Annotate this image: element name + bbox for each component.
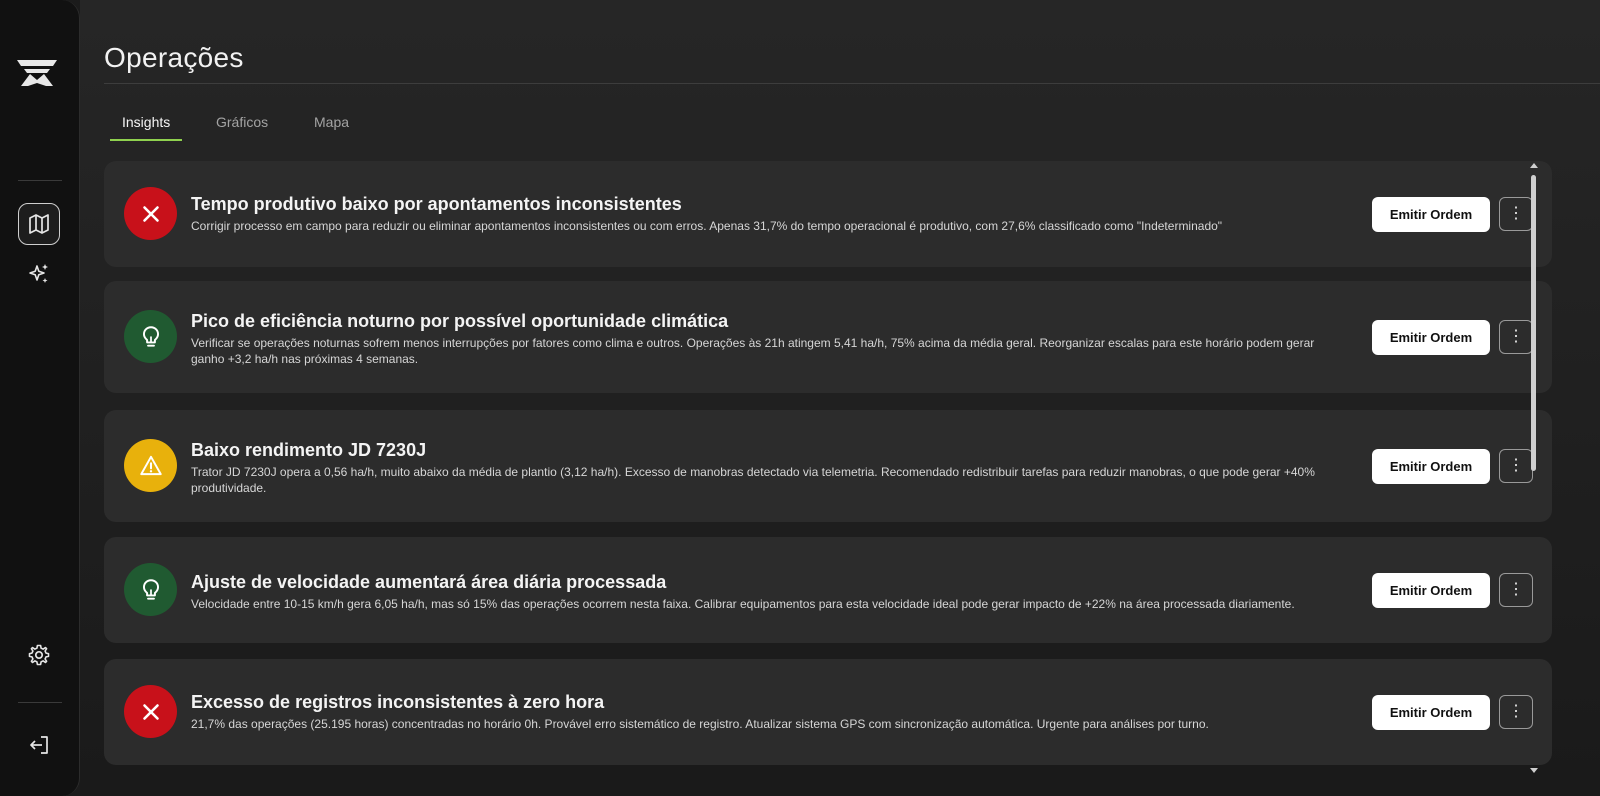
insight-description: Corrigir processo em campo para reduzir …	[191, 219, 1223, 233]
insight-title: Pico de eficiência noturno por possível …	[191, 311, 729, 331]
sparkles-icon	[29, 264, 48, 283]
more-options-button[interactable]: ⋮	[1499, 320, 1533, 354]
title-divider	[104, 83, 1600, 84]
insight-card: Tempo produtivo baixo por apontamentos i…	[104, 161, 1552, 267]
insight-title: Ajuste de velocidade aumentará área diár…	[191, 572, 667, 592]
more-vertical-icon: ⋮	[1508, 581, 1524, 598]
map-icon	[29, 214, 49, 234]
warning-icon	[139, 455, 162, 475]
status-badge	[124, 439, 177, 492]
scroll-down-icon[interactable]	[1530, 768, 1538, 773]
lightbulb-icon	[142, 325, 159, 347]
tab-mapa[interactable]: Mapa	[302, 110, 361, 141]
more-vertical-icon: ⋮	[1508, 205, 1524, 222]
logout-button[interactable]	[18, 724, 60, 766]
more-vertical-icon: ⋮	[1508, 457, 1524, 474]
tab-graficos[interactable]: Gráficos	[204, 110, 280, 141]
insight-description: Velocidade entre 10-15 km/h gera 6,05 ha…	[191, 597, 1295, 611]
logout-icon	[30, 736, 48, 754]
emit-order-button[interactable]: Emitir Ordem	[1372, 197, 1490, 232]
status-badge	[124, 310, 177, 363]
more-vertical-icon: ⋮	[1508, 703, 1524, 720]
more-options-button[interactable]: ⋮	[1499, 573, 1533, 607]
insight-description: Trator JD 7230J opera a 0,56 ha/h, muito…	[191, 465, 1315, 495]
sidebar-divider	[18, 702, 62, 703]
close-icon	[142, 703, 159, 720]
more-options-button[interactable]: ⋮	[1499, 695, 1533, 729]
insight-description: Verificar se operações noturnas sofrem m…	[191, 336, 1315, 366]
insight-title: Tempo produtivo baixo por apontamentos i…	[191, 194, 682, 214]
more-options-button[interactable]: ⋮	[1499, 197, 1533, 231]
main-content: Operações Insights Gráficos Mapa Tempo p…	[80, 0, 1600, 796]
insight-card: Baixo rendimento JD 7230J Trator JD 7230…	[104, 410, 1552, 522]
status-badge	[124, 187, 177, 240]
sidebar-item-insights[interactable]	[18, 253, 60, 295]
settings-button[interactable]	[18, 634, 60, 676]
sidebar-item-map[interactable]	[18, 203, 60, 245]
sidebar	[0, 0, 80, 796]
close-icon	[142, 205, 159, 222]
status-badge	[124, 685, 177, 738]
status-badge	[124, 563, 177, 616]
emit-order-button[interactable]: Emitir Ordem	[1372, 320, 1490, 355]
insight-card: Pico de eficiência noturno por possível …	[104, 281, 1552, 393]
scrollbar[interactable]	[1529, 161, 1539, 775]
page-title: Operações	[104, 42, 244, 73]
more-options-button[interactable]: ⋮	[1499, 449, 1533, 483]
tab-insights[interactable]: Insights	[110, 110, 183, 141]
emit-order-button[interactable]: Emitir Ordem	[1372, 695, 1490, 730]
emit-order-button[interactable]: Emitir Ordem	[1372, 573, 1490, 608]
sidebar-divider	[18, 180, 62, 181]
lightbulb-icon	[142, 578, 159, 600]
scroll-up-icon[interactable]	[1530, 163, 1538, 168]
gear-icon	[28, 644, 50, 666]
more-vertical-icon: ⋮	[1508, 328, 1524, 345]
insight-card: Ajuste de velocidade aumentará área diár…	[104, 537, 1552, 643]
emit-order-button[interactable]: Emitir Ordem	[1372, 449, 1490, 484]
insight-title: Baixo rendimento JD 7230J	[191, 440, 427, 460]
insight-title: Excesso de registros inconsistentes à ze…	[191, 692, 605, 712]
brand-logo-icon[interactable]	[16, 56, 58, 88]
insight-description: 21,7% das operações (25.195 horas) conce…	[191, 717, 1209, 731]
insight-card: Excesso de registros inconsistentes à ze…	[104, 659, 1552, 765]
scroll-thumb[interactable]	[1531, 175, 1536, 471]
